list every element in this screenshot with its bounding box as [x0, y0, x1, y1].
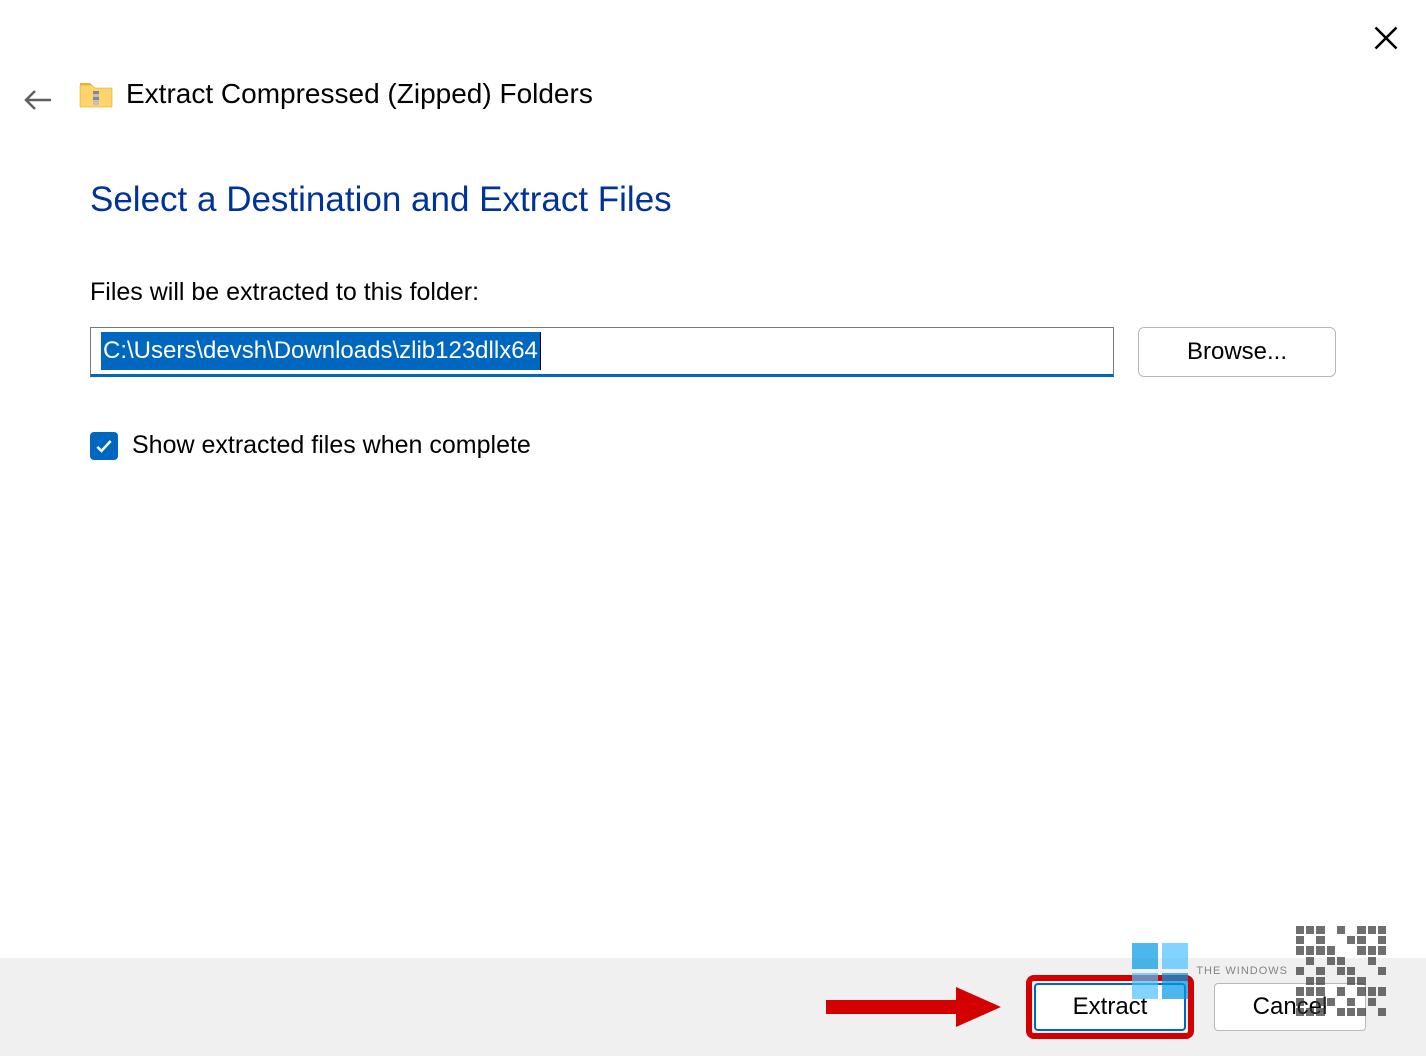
page-heading: Select a Destination and Extract Files — [90, 180, 1336, 220]
destination-path-field[interactable]: C:\Users\devsh\Downloads\zlib123dllx64 — [90, 327, 1114, 377]
main-content: Select a Destination and Extract Files F… — [90, 180, 1336, 460]
path-label: Files will be extracted to this folder: — [90, 278, 1336, 307]
window-title: Extract Compressed (Zipped) Folders — [126, 78, 593, 110]
destination-path-input[interactable] — [91, 328, 1113, 374]
checkmark-icon — [94, 436, 114, 456]
close-button[interactable] — [1366, 18, 1406, 58]
title-bar: Extract Compressed (Zipped) Folders — [78, 78, 593, 110]
close-icon — [1372, 24, 1400, 52]
browse-button[interactable]: Browse... — [1138, 327, 1336, 377]
annotation-arrow-icon — [826, 982, 1006, 1032]
show-files-checkbox[interactable] — [90, 432, 118, 460]
annotation-highlight: Extract — [1026, 975, 1194, 1039]
back-button[interactable] — [18, 80, 58, 120]
show-files-label: Show extracted files when complete — [132, 431, 531, 460]
dialog-footer: Extract Cancel — [0, 958, 1426, 1056]
zip-folder-icon — [78, 79, 114, 109]
extract-button[interactable]: Extract — [1034, 983, 1186, 1031]
cancel-button[interactable]: Cancel — [1214, 983, 1366, 1031]
back-arrow-icon — [23, 88, 53, 112]
